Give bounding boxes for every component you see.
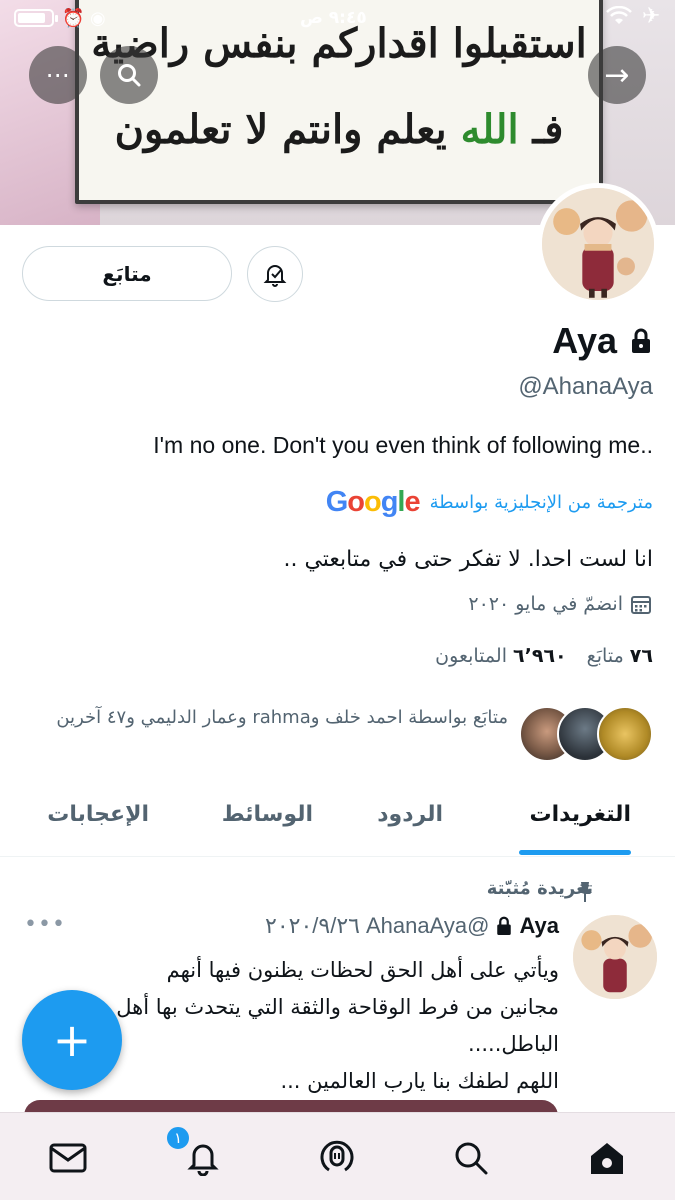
tweet-author-handle[interactable]: @AhanaAya — [366, 913, 489, 939]
tab-replies[interactable]: الردود — [377, 802, 443, 827]
google-logo: Google — [325, 486, 421, 518]
spaces-tab[interactable] — [312, 1133, 362, 1183]
data-saver-icon: ◉ — [90, 8, 106, 29]
active-tab-indicator — [519, 850, 631, 855]
calendar-icon — [631, 596, 651, 614]
tab-likes[interactable]: الإعجابات — [47, 802, 149, 827]
profile-tabs: التغريدات الردود الوسائط الإعجابات — [0, 782, 675, 857]
bell-check-icon — [263, 265, 287, 287]
translated-label: مترجمة من الإنجليزية بواسطة — [429, 492, 653, 513]
status-bar: ⏰ ◉ ٩:٤٥ ص ✈ — [0, 0, 675, 36]
notifications-badge: ١ — [165, 1125, 191, 1151]
bottom-navigation: ١ — [0, 1112, 675, 1200]
back-button[interactable]: → — [588, 46, 646, 104]
search-tab[interactable] — [446, 1133, 496, 1183]
bell-icon — [187, 1144, 219, 1176]
pin-icon — [578, 882, 592, 902]
translation-credit[interactable]: مترجمة من الإنجليزية بواسطة Google — [326, 486, 653, 519]
followers-stat[interactable]: ٦٬٩٦٠ المتابعون — [435, 645, 566, 667]
tweet-more-button[interactable]: ••• — [24, 912, 66, 937]
tweet-date[interactable]: ٢٠٢٠/٩/٢٦ — [265, 913, 360, 939]
tab-tweets[interactable]: التغريدات — [529, 802, 631, 827]
lock-icon — [632, 328, 650, 353]
joined-date: انضمّ في مايو ٢٠٢٠ — [468, 592, 653, 616]
tweet-author-name[interactable]: Aya — [519, 913, 559, 939]
profile-name: Aya — [552, 320, 653, 362]
follower-avatars — [519, 706, 653, 762]
battery-icon — [14, 9, 58, 27]
more-options-button[interactable]: ⋯ — [29, 46, 87, 104]
airplane-mode-icon: ✈ — [642, 4, 661, 29]
search-icon — [455, 1142, 488, 1175]
profile-bio-translated: انا لست احدا. لا تفكر حتى في متابعتي .. — [283, 547, 653, 572]
alarm-icon: ⏰ — [62, 8, 85, 29]
tweet-author-avatar[interactable] — [573, 915, 657, 999]
home-tab[interactable] — [582, 1133, 632, 1183]
wifi-icon — [606, 5, 632, 31]
profile-name-text: Aya — [552, 320, 617, 361]
follow-stats: ٧٦ متابَع ٦٬٩٦٠ المتابعون — [435, 645, 653, 667]
profile-bio: I'm no one. Don't you even think of foll… — [153, 432, 653, 458]
followed-by[interactable]: متابَع بواسطة احمد خلف وrahma وعمار الدل… — [23, 700, 653, 768]
notifications-toggle-button[interactable] — [247, 246, 303, 302]
messages-tab[interactable] — [43, 1133, 93, 1183]
tweet-header: Aya @AhanaAya ٢٠٢٠/٩/٢٦ — [265, 913, 559, 939]
compose-tweet-button[interactable]: + — [22, 990, 122, 1090]
lock-icon — [497, 916, 512, 935]
search-button[interactable] — [100, 46, 158, 104]
search-icon — [118, 64, 141, 87]
profile-handle: @AhanaAya — [518, 373, 653, 400]
mail-icon — [49, 1143, 87, 1173]
joined-date-text: انضمّ في مايو ٢٠٢٠ — [468, 593, 623, 615]
following-stat[interactable]: ٧٦ متابَع — [587, 645, 653, 667]
profile-avatar[interactable] — [537, 183, 659, 305]
avatar — [597, 706, 653, 762]
status-time: ٩:٤٥ ص — [300, 8, 367, 28]
tweet-line: ويأتي على أهل الحق لحظات يظنون فيها أنهم — [166, 958, 559, 982]
banner-quote-line2: فـ الله يعلم وانتم لا تعلمون — [114, 106, 564, 153]
tab-media[interactable]: الوسائط — [222, 802, 313, 827]
home-icon — [591, 1143, 623, 1174]
following-button[interactable]: متابَع — [22, 246, 232, 301]
spaces-icon — [320, 1140, 354, 1172]
followed-by-text: متابَع بواسطة احمد خلف وrahma وعمار الدل… — [56, 707, 508, 728]
